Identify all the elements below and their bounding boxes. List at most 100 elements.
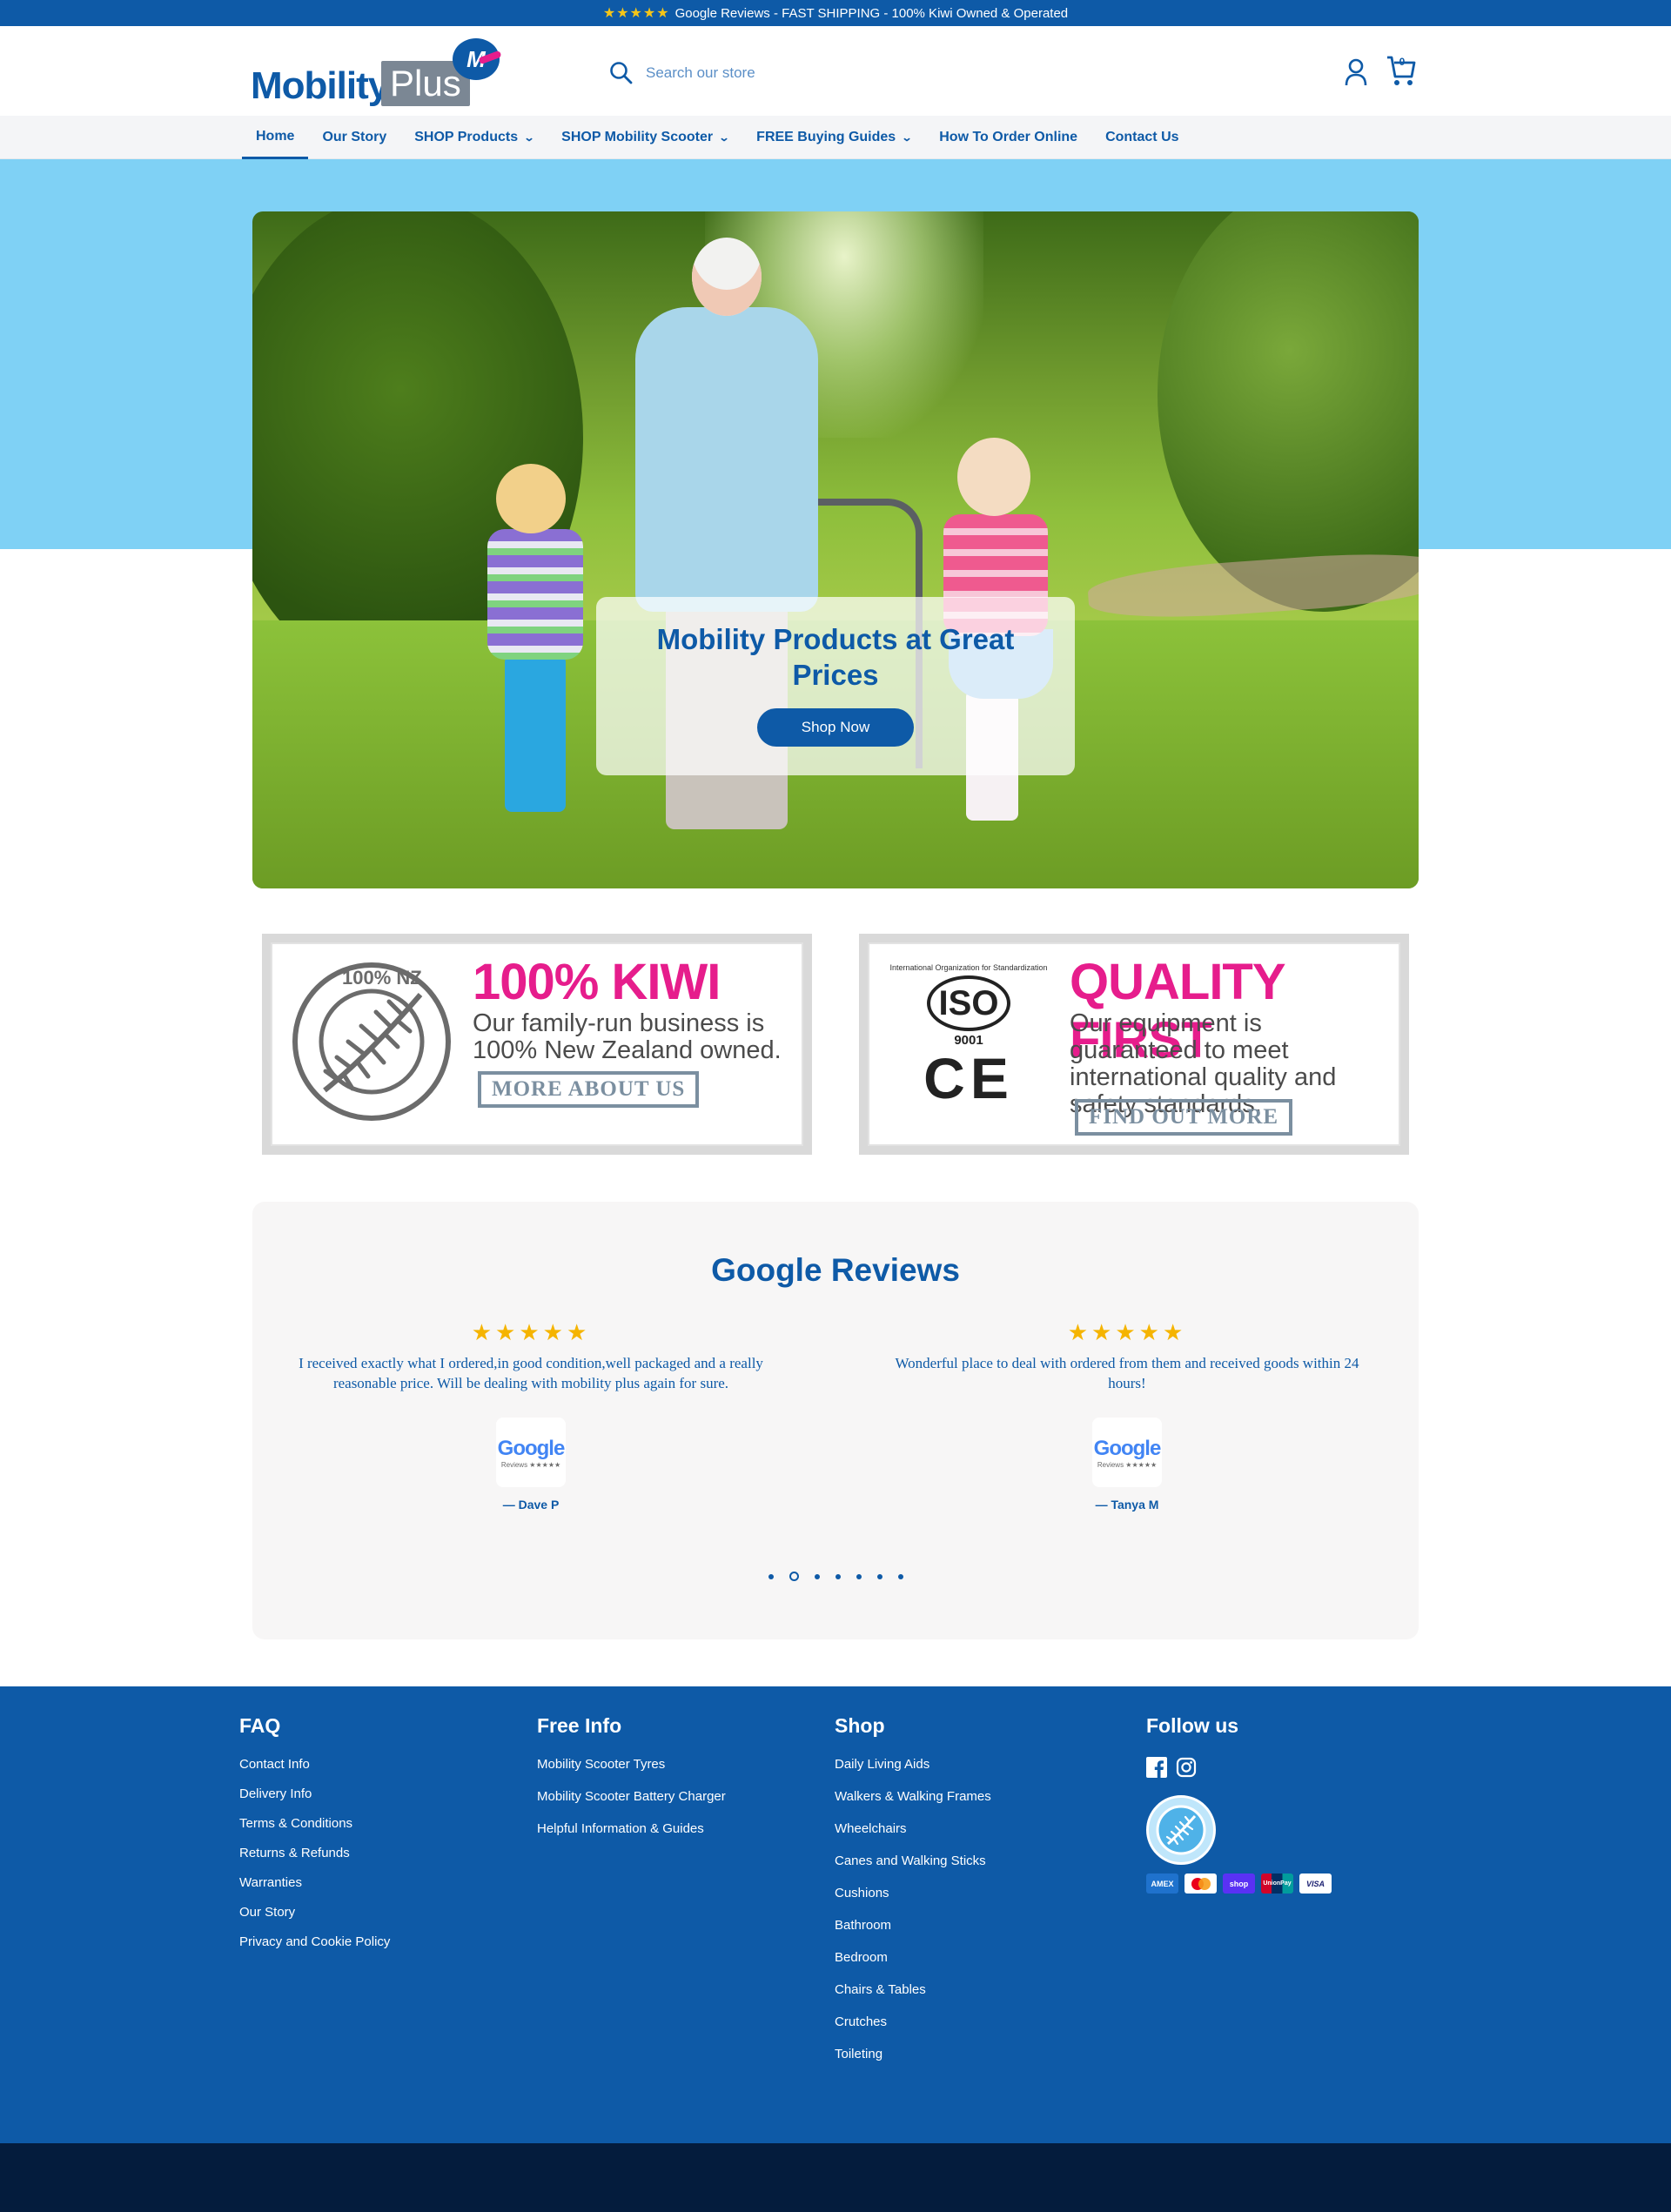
- ce-mark-icon: CE: [923, 1046, 1014, 1110]
- google-reviews-logo: Google Reviews ★★★★★: [1092, 1418, 1162, 1487]
- nav-label: FREE Buying Guides: [756, 130, 896, 144]
- google-reviews-sub: Reviews ★★★★★: [500, 1460, 561, 1469]
- carousel-dots: [252, 1572, 1419, 1581]
- footer-link[interactable]: Bedroom: [835, 1950, 991, 1965]
- nav-item-our-story[interactable]: Our Story: [308, 116, 400, 159]
- footer-column-shop: Shop Daily Living Aids Walkers & Walking…: [835, 1714, 991, 2079]
- social-links: [1146, 1757, 1332, 1778]
- footer-link[interactable]: Cushions: [835, 1886, 991, 1900]
- footer-link[interactable]: Contact Info: [239, 1757, 390, 1772]
- nav-label: SHOP Products: [414, 130, 519, 144]
- promo-quality-banner[interactable]: International Organization for Standardi…: [859, 934, 1409, 1155]
- carousel-dot-active[interactable]: [789, 1572, 799, 1581]
- iso-logo: ISO: [927, 975, 1010, 1031]
- carousel-dot[interactable]: [876, 1573, 882, 1579]
- hero-title: Mobility Products at Great Prices: [656, 623, 1015, 691]
- rating-stars: ★★★★★: [1067, 1319, 1187, 1345]
- footer-link[interactable]: Walkers & Walking Frames: [835, 1789, 991, 1804]
- announcement-text: Google Reviews - FAST SHIPPING - 100% Ki…: [674, 5, 1069, 21]
- footer-link[interactable]: Mobility Scooter Tyres: [537, 1757, 726, 1772]
- iso-certification-icon: International Organization for Standardi…: [887, 960, 1050, 1123]
- hero-photo-boy: [479, 464, 592, 847]
- footer-link[interactable]: Warranties: [239, 1875, 390, 1890]
- nav-item-how-to-order[interactable]: How To Order Online: [925, 116, 1091, 159]
- account-icon[interactable]: [1344, 57, 1368, 87]
- footer-link[interactable]: Mobility Scooter Battery Charger: [537, 1789, 726, 1804]
- footer-link[interactable]: Terms & Conditions: [239, 1816, 390, 1831]
- chevron-down-icon: ⌄: [718, 131, 730, 144]
- carousel-dot[interactable]: [856, 1573, 862, 1579]
- main-navigation: Home Our Story SHOP Products ⌄ SHOP Mobil…: [0, 116, 1671, 159]
- instagram-icon[interactable]: [1176, 1757, 1197, 1778]
- carousel-dot[interactable]: [897, 1573, 903, 1579]
- nav-item-home[interactable]: Home: [242, 116, 309, 159]
- mastercard-icon: [1184, 1873, 1217, 1894]
- nav-item-contact-us[interactable]: Contact Us: [1091, 116, 1192, 159]
- nav-item-shop-products[interactable]: SHOP Products ⌄: [400, 116, 547, 159]
- promo-title: 100% KIWI: [473, 954, 721, 1010]
- footer-link[interactable]: Chairs & Tables: [835, 1982, 991, 1997]
- review-card: ★★★★★ Wonderful place to deal with order…: [892, 1319, 1362, 1512]
- site-footer: FAQ Contact Info Delivery Info Terms & C…: [0, 1686, 1671, 2143]
- carousel-dot[interactable]: [768, 1573, 774, 1579]
- review-text: Wonderful place to deal with ordered fro…: [895, 1355, 1359, 1391]
- search-bar: [609, 57, 957, 89]
- footer-link[interactable]: Daily Living Aids: [835, 1757, 991, 1772]
- more-about-us-button[interactable]: MORE ABOUT US: [478, 1071, 700, 1108]
- nav-item-shop-mobility-scooter[interactable]: SHOP Mobility Scooter ⌄: [547, 116, 742, 159]
- site-logo[interactable]: Mobility Plus M: [251, 38, 503, 108]
- footer-link[interactable]: Canes and Walking Sticks: [835, 1853, 991, 1868]
- carousel-dot[interactable]: [814, 1573, 820, 1579]
- footer-link[interactable]: Returns & Refunds: [239, 1846, 390, 1860]
- hero-photo-tree: [1158, 211, 1419, 612]
- unionpay-icon: UnionPay: [1261, 1873, 1293, 1894]
- google-reviews-sub: Reviews ★★★★★: [1097, 1460, 1158, 1469]
- search-icon[interactable]: [609, 61, 634, 85]
- nz-family-owned-badge-icon: [1146, 1795, 1216, 1865]
- review-author: — Tanya M: [1095, 1498, 1159, 1512]
- review-text: I received exactly what I ordered,in goo…: [299, 1355, 763, 1391]
- carousel-dot[interactable]: [835, 1573, 841, 1579]
- review-author: — Dave P: [502, 1498, 560, 1512]
- chevron-down-icon: ⌄: [523, 131, 535, 144]
- hero-card: Mobility Products at Great Prices Shop N…: [596, 597, 1075, 775]
- logo-badge: M: [453, 38, 500, 80]
- footer-heading: Shop: [835, 1714, 885, 1737]
- nav-item-free-buying-guides[interactable]: FREE Buying Guides ⌄: [742, 116, 925, 159]
- footer-link[interactable]: Delivery Info: [239, 1786, 390, 1801]
- footer-link[interactable]: Helpful Information & Guides: [537, 1821, 726, 1836]
- visa-icon: VISA: [1299, 1873, 1332, 1894]
- footer-column-faq: FAQ Contact Info Delivery Info Terms & C…: [239, 1714, 390, 1964]
- footer-link[interactable]: Crutches: [835, 2014, 991, 2029]
- section-title: Google Reviews: [711, 1252, 960, 1288]
- facebook-icon[interactable]: [1146, 1757, 1167, 1778]
- shop-now-button[interactable]: Shop Now: [757, 708, 914, 747]
- footer-link[interactable]: Bathroom: [835, 1918, 991, 1933]
- footer-link[interactable]: Privacy and Cookie Policy: [239, 1934, 390, 1949]
- nz-fern-seal-icon: 100% NZ: [292, 962, 451, 1121]
- promo-text: Our family-run business is 100% New Zeal…: [473, 1009, 782, 1064]
- find-out-more-button[interactable]: FIND OUT MORE: [1075, 1099, 1293, 1136]
- search-input[interactable]: [646, 64, 933, 82]
- footer-link[interactable]: Wheelchairs: [835, 1821, 991, 1836]
- logo-word: Mobility: [251, 64, 389, 107]
- seal-top-text: 100% NZ: [342, 967, 422, 989]
- footer-link[interactable]: Our Story: [239, 1905, 390, 1920]
- footer-bottom-bar: [0, 2143, 1671, 2212]
- shop-pay-icon: shop: [1223, 1873, 1255, 1894]
- iso-ring-text: International Organization for Standardi…: [889, 963, 1048, 972]
- site-header: Mobility Plus M 0: [0, 26, 1671, 116]
- nav-label: Our Story: [322, 130, 387, 144]
- amex-icon: AMEX: [1146, 1873, 1178, 1894]
- footer-column-follow: Follow us AMEX shop UnionPay VISA: [1146, 1714, 1332, 1894]
- google-reviews-logo: Google Reviews ★★★★★: [496, 1418, 566, 1487]
- promo-kiwi-banner[interactable]: 100% NZ 100% KIWI Our family-run busines…: [262, 934, 812, 1155]
- nav-label: Home: [256, 128, 295, 144]
- review-card: ★★★★★ I received exactly what I ordered,…: [296, 1319, 766, 1512]
- footer-heading: Follow us: [1146, 1714, 1239, 1737]
- footer-column-free-info: Free Info Mobility Scooter Tyres Mobilit…: [537, 1714, 726, 1853]
- footer-heading: FAQ: [239, 1714, 281, 1737]
- rating-stars: ★★★★★: [602, 6, 670, 21]
- footer-link[interactable]: Toileting: [835, 2047, 991, 2061]
- google-wordmark: Google: [1093, 1436, 1162, 1460]
